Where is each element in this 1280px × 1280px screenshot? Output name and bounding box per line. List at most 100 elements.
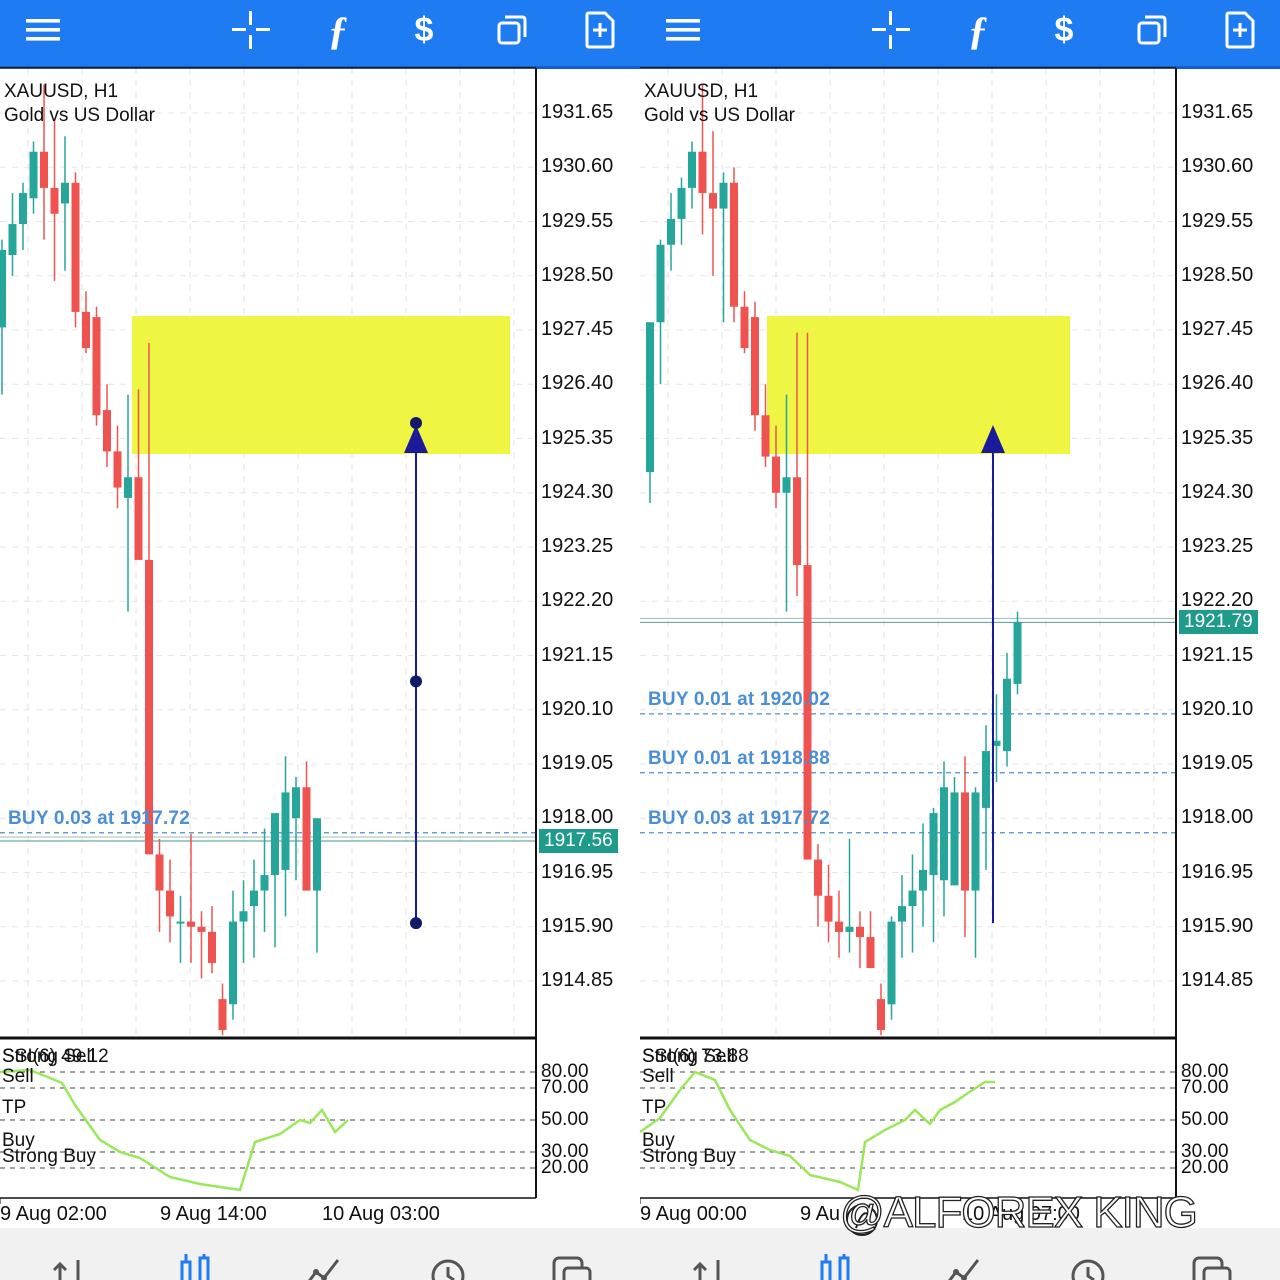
candle-body (40, 151, 48, 188)
candle-body (271, 813, 279, 876)
price-axis-label: 1931.65 (1181, 101, 1254, 123)
chart-icon[interactable] (816, 1254, 856, 1280)
oscillator-zone-label: TP (2, 1097, 27, 1118)
oscillator-axis-label: 20.00 (541, 1157, 589, 1178)
candle-body (50, 187, 59, 214)
candle-body (898, 906, 906, 922)
candle-body (208, 931, 216, 963)
oscillator-axis-label: 70.00 (1181, 1077, 1229, 1098)
candle-body (950, 792, 959, 886)
candle-body (887, 921, 896, 1005)
price-chart[interactable] (0, 0, 640, 1228)
history-icon[interactable] (428, 1254, 468, 1280)
candle-body (313, 818, 321, 891)
oscillator-zone-label: Sell (2, 1066, 34, 1087)
candle-body (793, 477, 801, 566)
candle-body (155, 854, 164, 891)
candle-body (730, 182, 738, 307)
messages-icon[interactable] (552, 1254, 592, 1280)
time-axis-label: 9 Aug 14:00 (160, 1203, 267, 1225)
arrow-anchor-point (410, 675, 422, 688)
price-axis-label: 1925.35 (541, 426, 614, 449)
candle-body (82, 311, 90, 349)
watermark: @ALFOREX KING (839, 1187, 1198, 1237)
price-axis-label: 1920.10 (1181, 697, 1254, 720)
candle-body (646, 322, 654, 473)
symbol-description: Gold vs US Dollar (644, 105, 795, 126)
time-axis-label: 9 Aug 00:00 (640, 1203, 747, 1225)
price-axis-label: 1928.50 (1181, 263, 1254, 286)
price-axis-label: 1931.65 (541, 101, 614, 123)
candle-body (1003, 678, 1011, 752)
oscillator-zone-label: Strong Buy (642, 1146, 736, 1167)
price-axis-label: 1924.30 (1181, 480, 1254, 503)
price-axis-label: 1915.90 (541, 914, 614, 937)
candle-body (709, 193, 717, 209)
candle-body (302, 787, 311, 891)
symbol-info: XAUUSD, H1 Gold vs US Dollar (4, 80, 155, 128)
price-axis-label: 1920.10 (541, 697, 614, 720)
price-axis-label: 1918.00 (541, 806, 614, 829)
candle-body (835, 921, 843, 932)
oscillator-zone-label: TP (642, 1097, 667, 1118)
supply-demand-zone (132, 316, 510, 454)
price-axis-label: 1926.40 (1181, 372, 1254, 395)
candle-body (218, 999, 227, 1031)
candle-body (92, 317, 101, 416)
candle-body (698, 151, 707, 194)
symbol-title: XAUUSD, H1 (644, 81, 759, 102)
quotes-icon[interactable] (690, 1254, 730, 1280)
candle-body (761, 415, 770, 457)
time-axis-label: 9 Au (800, 1203, 841, 1225)
candle-body (740, 306, 749, 349)
price-axis-label: 1924.30 (541, 480, 614, 503)
price-axis-label: 1922.20 (541, 589, 614, 612)
price-axis-label: 1914.85 (541, 969, 614, 991)
trade-icon[interactable] (302, 1254, 342, 1280)
candle-body (113, 451, 122, 488)
bottom-navigation (0, 1228, 640, 1280)
price-axis-label: 1922.20 (1181, 589, 1254, 612)
oscillator-zone-label: Sell (642, 1066, 674, 1087)
candle-body (824, 895, 833, 922)
plot-area (0, 68, 536, 1198)
oscillator-axis-label: 70.00 (541, 1077, 589, 1098)
candle-body (292, 787, 300, 819)
history-icon[interactable] (1068, 1254, 1108, 1280)
order-label[interactable]: BUY 0.01 at 1920.02 (648, 689, 830, 711)
oscillator-zone-label: Strong Buy (2, 1146, 96, 1167)
candle-body (71, 182, 80, 312)
candle-body (929, 813, 938, 876)
candle-body (971, 792, 980, 891)
messages-icon[interactable] (1192, 1254, 1232, 1280)
chart-icon[interactable] (176, 1254, 216, 1280)
order-label[interactable]: BUY 0.03 at 1917.72 (648, 808, 830, 830)
candle-body (667, 218, 675, 245)
chart-window-left[interactable]: ƒ $ XAUUSD, H1 Gold vs US Dollar 1931.65… (0, 0, 640, 1280)
current-price-tag: 1917.56 (539, 828, 618, 853)
chart-window-right[interactable]: ƒ $ XAUUSD, H1 Gold vs US Dollar 1931.65… (640, 0, 1280, 1280)
arrow-anchor-point (410, 917, 422, 930)
candle-body (677, 187, 686, 219)
candle-body (656, 244, 665, 323)
price-axis-label: 1916.95 (541, 860, 614, 883)
plot-area (640, 68, 1176, 1198)
candle-body (982, 751, 990, 808)
order-label[interactable]: BUY 0.01 at 1918.88 (648, 748, 830, 770)
candle-body (8, 224, 17, 256)
symbol-info: XAUUSD, H1 Gold vs US Dollar (644, 80, 795, 128)
candle-body (908, 890, 917, 907)
candle-body (260, 875, 269, 891)
trade-icon[interactable] (942, 1254, 982, 1280)
quotes-icon[interactable] (50, 1254, 90, 1280)
price-axis-label: 1925.35 (1181, 426, 1254, 449)
candle-body (1013, 621, 1022, 684)
time-axis-label: 10 Aug 03:00 (322, 1203, 440, 1225)
oscillator-zone-label: Strong Sell (642, 1046, 735, 1067)
price-axis-label: 1914.85 (1181, 969, 1254, 991)
candle-body (239, 911, 248, 922)
candle-body (0, 249, 6, 328)
order-label[interactable]: BUY 0.03 at 1917.72 (8, 808, 190, 830)
price-axis-label: 1928.50 (541, 263, 614, 286)
price-axis-label: 1921.15 (1181, 643, 1254, 666)
